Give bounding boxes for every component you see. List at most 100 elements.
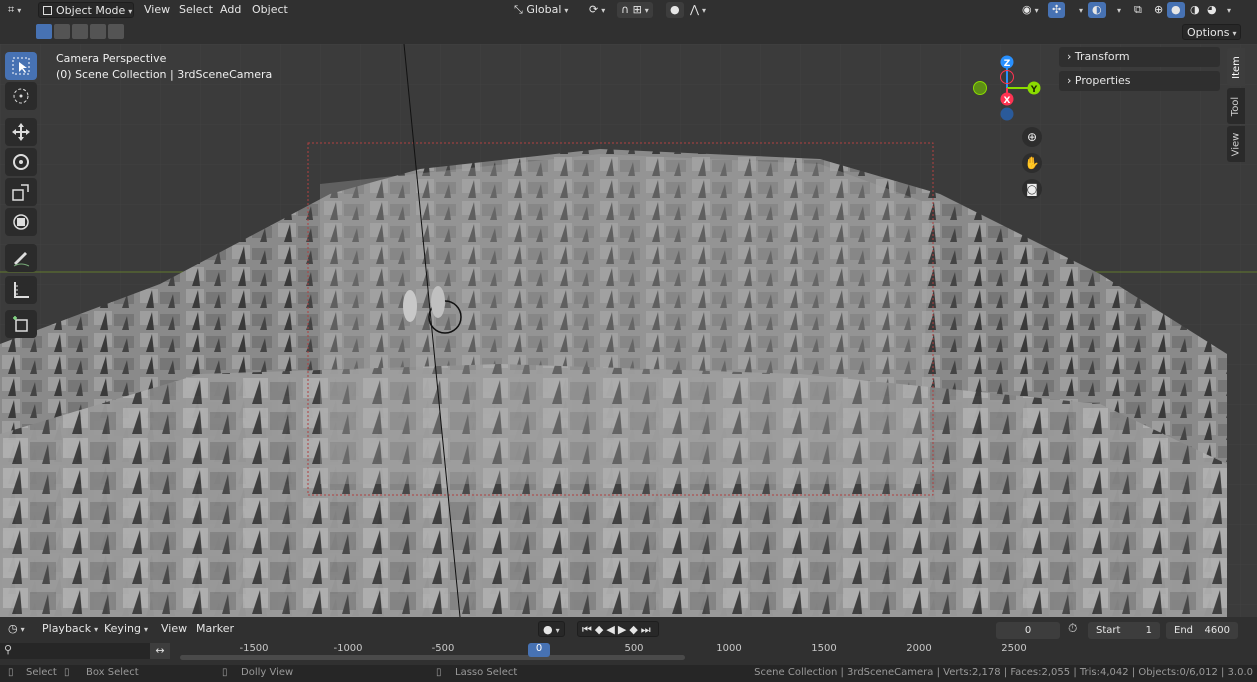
tab-tool[interactable]: Tool — [1227, 88, 1245, 124]
3d-viewport[interactable]: Camera Perspective (0) Scene Collection … — [0, 44, 1257, 617]
rotate-icon — [13, 154, 29, 170]
sync-arrows-icon[interactable]: ↔ — [150, 643, 170, 659]
current-frame-field[interactable]: 0 — [996, 622, 1060, 639]
tool-move[interactable] — [5, 118, 37, 146]
shading-dropdown[interactable]: ▾ — [1220, 2, 1235, 18]
select-new-button[interactable] — [36, 24, 52, 39]
select-subtract-button[interactable] — [72, 24, 88, 39]
visibility-button[interactable]: ◉ ▾ — [1018, 2, 1043, 18]
menu-keying[interactable]: Keying ▾ — [100, 621, 152, 637]
viewport-subtitle: (0) Scene Collection | 3rdSceneCamera — [56, 68, 273, 81]
gizmo-dropdown[interactable]: ▾ — [1072, 2, 1087, 18]
tab-view[interactable]: View — [1227, 126, 1245, 162]
tool-select-box[interactable] — [5, 52, 37, 80]
play-reverse-icon[interactable]: ◀ — [606, 623, 617, 636]
pan-hand-icon[interactable]: ✋ — [1022, 153, 1042, 173]
orientation-select[interactable]: ⤡ Global ▾ — [510, 2, 572, 18]
shading-wireframe[interactable]: ⊕ — [1150, 2, 1167, 18]
camera-view-icon[interactable]: ◙ — [1022, 179, 1042, 199]
overlays-dropdown[interactable]: ▾ — [1110, 2, 1125, 18]
snap-increment-icon: ⊞ — [632, 3, 642, 16]
xray-toggle[interactable]: ⧉ — [1130, 2, 1146, 18]
add-cube-icon — [13, 316, 28, 332]
prev-keyframe-icon[interactable]: ◆ — [595, 623, 606, 636]
menu-view[interactable]: View — [140, 2, 174, 18]
select-box-icon — [12, 57, 30, 75]
jump-end-icon[interactable]: ⏭ — [641, 623, 654, 636]
mouse-left-icon: ▯ — [8, 667, 14, 678]
tool-annotate[interactable] — [5, 244, 37, 272]
menu-playback[interactable]: Playback ▾ — [38, 621, 102, 637]
editor-type-button[interactable]: ⌗ ▾ — [4, 2, 25, 18]
navigation-gizmo[interactable]: Z Y X — [968, 52, 1048, 122]
tick-label: 2500 — [1001, 643, 1027, 654]
shading-material[interactable]: ◑ — [1186, 2, 1204, 18]
select-invert-button[interactable] — [90, 24, 106, 39]
record-button[interactable]: ● ▾ — [538, 621, 565, 637]
gizmo-neg-y — [973, 81, 987, 95]
overlays-toggle[interactable]: ◐ — [1088, 2, 1106, 18]
tick-label-current: 0 — [535, 643, 543, 654]
viewport-header: ⌗ ▾ Object Mode ▾ View Select Add Object ⤡… — [0, 0, 1257, 20]
scene-render — [0, 44, 1257, 617]
tool-cursor[interactable] — [5, 82, 37, 110]
start-frame-field[interactable]: Start 1 — [1088, 622, 1160, 639]
menu-object[interactable]: Object — [248, 2, 292, 18]
mouse-middle-icon: ▯ — [222, 667, 228, 678]
ruler-icon — [14, 282, 29, 298]
next-keyframe-icon[interactable]: ◆ — [629, 623, 640, 636]
material-sphere-icon: ◑ — [1190, 3, 1200, 16]
proportional-edit-toggle[interactable]: ● — [666, 2, 684, 18]
end-frame-field[interactable]: End 4600 — [1166, 622, 1238, 639]
snap-toggle[interactable]: ∩ ⊞ ▾ — [617, 2, 653, 18]
tab-tool-label: Tool — [1230, 96, 1242, 116]
properties-panel-header[interactable]: › Properties — [1059, 71, 1220, 91]
timeline-search-input[interactable]: ⚲ — [0, 643, 170, 659]
menu-add[interactable]: Add — [216, 2, 245, 18]
menu-marker[interactable]: Marker — [192, 621, 238, 637]
falloff-button[interactable]: ⋀ ▾ — [686, 2, 710, 18]
pencil-icon — [13, 252, 30, 267]
options-label: Options — [1187, 26, 1230, 39]
start-label: Start — [1096, 625, 1121, 636]
shading-rendered[interactable]: ◕ — [1203, 2, 1221, 18]
tool-measure[interactable] — [5, 276, 37, 304]
orientation-label: Global — [526, 3, 562, 16]
menu-timeline-view[interactable]: View — [157, 621, 191, 637]
transform-panel-header[interactable]: › Transform — [1059, 47, 1220, 67]
gizmo-icon: ✣ — [1052, 3, 1062, 16]
rendered-sphere-icon: ◕ — [1207, 3, 1217, 16]
tool-scale[interactable] — [5, 178, 37, 206]
jump-start-icon[interactable]: ⏮ — [582, 623, 595, 636]
tab-item[interactable]: Item — [1227, 48, 1245, 86]
transform-orientation-icon: ⤡ — [514, 3, 523, 16]
play-icon[interactable]: ▶ — [618, 623, 629, 636]
gizmo-toggle[interactable]: ✣ — [1048, 2, 1066, 18]
pivot-point-button[interactable]: ⟳ ▾ — [585, 2, 609, 18]
shading-solid[interactable]: ● — [1167, 2, 1185, 18]
mode-select[interactable]: Object Mode ▾ — [38, 2, 134, 18]
object-mode-icon — [43, 6, 52, 15]
cursor-icon — [13, 88, 29, 104]
zoom-icon[interactable]: ⊕ — [1022, 127, 1042, 147]
timeline-editor-type[interactable]: ◷ ▾ — [4, 621, 29, 637]
end-label: End — [1174, 625, 1194, 636]
tool-rotate[interactable] — [5, 148, 37, 176]
solid-sphere-icon: ● — [1171, 3, 1181, 16]
tick-label: 2000 — [906, 643, 932, 654]
select-extend-button[interactable] — [54, 24, 70, 39]
tool-transform[interactable] — [5, 208, 37, 236]
start-value: 1 — [1145, 625, 1152, 636]
tool-add-cube[interactable] — [5, 310, 37, 338]
menu-select[interactable]: Select — [175, 2, 217, 18]
magnet-icon: ∩ — [621, 3, 630, 16]
transform-icon — [13, 214, 29, 230]
options-dropdown[interactable]: Options ▾ — [1182, 24, 1242, 40]
timeline-scrollbar[interactable] — [180, 655, 685, 660]
eye-icon: ◉ — [1022, 3, 1032, 16]
properties-label: Properties — [1074, 74, 1131, 87]
stopwatch-icon[interactable]: ⏱ — [1068, 621, 1077, 636]
playback-controls[interactable]: ⏮◆◀▶◆⏭ — [577, 621, 659, 637]
tick-label: -500 — [431, 643, 455, 654]
select-intersect-button[interactable] — [108, 24, 124, 39]
